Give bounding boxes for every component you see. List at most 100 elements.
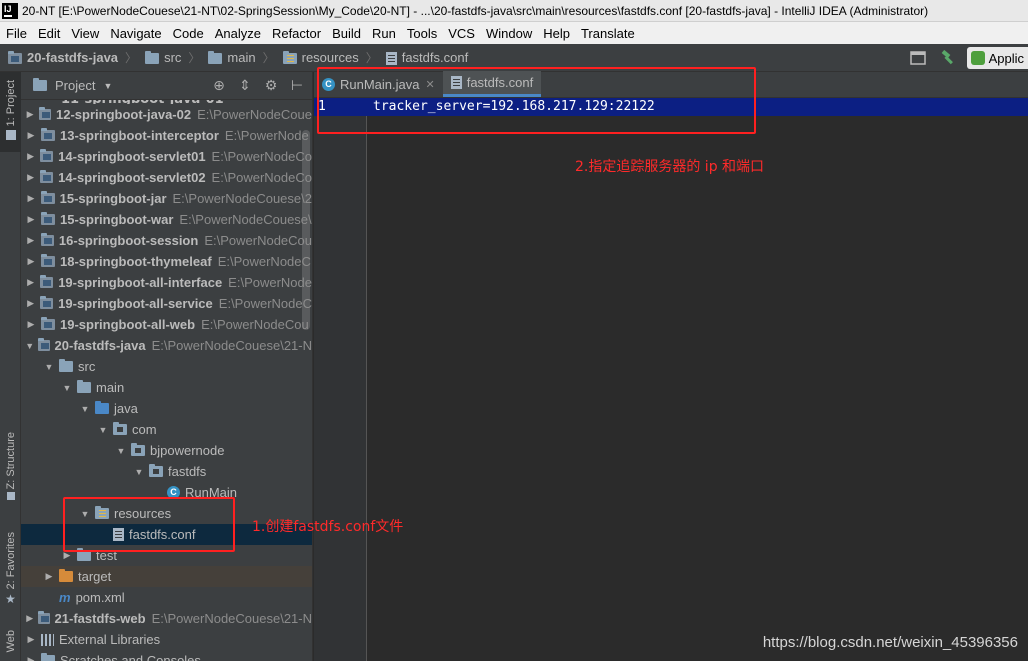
- package-icon: [113, 422, 127, 435]
- tree-item[interactable]: m pom.xml: [21, 587, 312, 608]
- menu-tools[interactable]: Tools: [401, 26, 442, 41]
- tree-item[interactable]: ▼ 20-fastdfs-java E:\PowerNodeCouese\21-N: [21, 335, 312, 356]
- tree-item[interactable]: ▶ 19-springboot-all-interface E:\PowerNode: [21, 272, 312, 293]
- tree-item[interactable]: ▶ 19-springboot-all-web E:\PowerNodeCou: [21, 314, 312, 335]
- tree-item-path: E:\PowerNodeCouese\: [179, 212, 312, 227]
- menu-navigate[interactable]: Navigate: [104, 26, 166, 41]
- web-tool-tab[interactable]: Web: [0, 630, 21, 661]
- expanded-arrow-icon[interactable]: ▼: [133, 467, 145, 477]
- breadcrumb-src[interactable]: src 〉: [145, 49, 200, 66]
- gear-icon[interactable]: ⚙: [262, 77, 280, 95]
- tree-item[interactable]: ▶ 16-springboot-session E:\PowerNodeCou: [21, 230, 312, 251]
- project-panel: Project ▼ ⊕ ⇕ ⚙ ⊢ 11-springboot-java-01 …: [21, 72, 312, 661]
- project-tool-icon: [5, 130, 16, 141]
- tree-item-label: 13-springboot-interceptor: [60, 128, 219, 143]
- tree-item[interactable]: ▶ 15-springboot-jar E:\PowerNodeCouese\2: [21, 188, 312, 209]
- locate-file-icon[interactable]: ⊕: [210, 77, 228, 95]
- annotation-note-1: 1.创建fastdfs.conf文件: [252, 519, 404, 535]
- build-button[interactable]: [937, 47, 959, 69]
- folder-icon: [77, 380, 91, 393]
- tree-item-path: E:\PowerNodeCouese\21-N: [151, 338, 312, 353]
- collapsed-arrow-icon[interactable]: ▶: [25, 130, 37, 141]
- tree-item[interactable]: ▼ bjpowernode: [21, 440, 312, 461]
- tree-item-label: 12-springboot-java-02: [56, 107, 192, 122]
- project-tree: 11-springboot-java-01 ▶12-springboot-jav…: [21, 100, 312, 661]
- module-folder-icon: [41, 128, 55, 141]
- menu-run[interactable]: Run: [366, 26, 401, 41]
- menu-help[interactable]: Help: [537, 26, 575, 41]
- tree-item[interactable]: ▼ fastdfs: [21, 461, 312, 482]
- tree-item[interactable]: ▶ 18-springboot-thymeleaf E:\PowerNodeC: [21, 251, 312, 272]
- project-tool-tab[interactable]: 1: Project: [0, 72, 21, 152]
- tree-item-label: 18-springboot-thymeleaf: [60, 254, 212, 269]
- collapsed-arrow-icon[interactable]: ▶: [25, 151, 36, 162]
- menu-refactor[interactable]: Refactor: [266, 26, 326, 41]
- menu-edit[interactable]: Edit: [32, 26, 65, 41]
- menu-file[interactable]: File: [0, 26, 32, 41]
- collapsed-arrow-icon[interactable]: ▶: [25, 193, 37, 204]
- collapsed-arrow-icon[interactable]: ▶: [25, 214, 37, 225]
- tree-item[interactable]: ▶ External Libraries: [21, 629, 312, 650]
- collapsed-arrow-icon[interactable]: ▶: [25, 172, 36, 183]
- collapsed-arrow-icon[interactable]: ▶: [25, 298, 36, 309]
- tree-item[interactable]: ▶ 13-springboot-interceptor E:\PowerNode: [21, 125, 312, 146]
- menu-view[interactable]: View: [65, 26, 104, 41]
- collapsed-arrow-icon[interactable]: ▶: [25, 109, 35, 120]
- expanded-arrow-icon[interactable]: ▼: [115, 446, 127, 456]
- expanded-arrow-icon[interactable]: ▼: [79, 404, 91, 414]
- menu-translate[interactable]: Translate: [575, 26, 640, 41]
- tree-item[interactable]: ▶ 14-springboot-servlet01 E:\PowerNodeCo: [21, 146, 312, 167]
- menu-vcs[interactable]: VCS: [442, 26, 480, 41]
- collapse-all-icon[interactable]: ⇕: [236, 77, 254, 95]
- project-view-selector[interactable]: Project ▼: [33, 78, 112, 93]
- project-structure-button[interactable]: [907, 47, 929, 69]
- tree-item-label: 20-fastdfs-java: [54, 338, 146, 353]
- watermark: https://blog.csdn.net/weixin_45396356: [762, 634, 1018, 651]
- breadcrumb-module[interactable]: 20-fastdfs-java 〉: [8, 49, 137, 66]
- tree-item-label: 19-springboot-all-service: [58, 296, 213, 311]
- tree-item[interactable]: ▶ 19-springboot-all-service E:\PowerNodeC: [21, 293, 312, 314]
- structure-tool-tab[interactable]: Z: Structure: [0, 432, 21, 517]
- annotation-note-2: 2.指定追踪服务器的 ip 和端口: [575, 159, 765, 175]
- tree-item-label: 21-fastdfs-web: [54, 611, 146, 626]
- collapsed-arrow-icon[interactable]: ▶: [25, 277, 36, 288]
- collapsed-arrow-icon[interactable]: ▶: [43, 571, 55, 582]
- tree-item[interactable]: ▶ Scratches and Consoles: [21, 650, 312, 661]
- collapsed-arrow-icon[interactable]: ▶: [25, 256, 37, 267]
- expanded-arrow-icon[interactable]: ▼: [25, 341, 34, 351]
- folder-icon: [41, 653, 55, 661]
- tree-item[interactable]: ▼ src: [21, 356, 312, 377]
- tree-item[interactable]: ▶ 12-springboot-java-02 E:\PowerNodeCoue: [21, 104, 312, 125]
- collapsed-arrow-icon[interactable]: ▶: [25, 613, 34, 624]
- collapsed-arrow-icon[interactable]: ▶: [25, 634, 37, 645]
- tree-item[interactable]: ▼ main: [21, 377, 312, 398]
- favorites-tool-tab[interactable]: 2: Favorites ★: [0, 532, 21, 617]
- tree-item[interactable]: ▼ java: [21, 398, 312, 419]
- line-gutter: [314, 98, 367, 661]
- tree-item[interactable]: ▶ 14-springboot-servlet02 E:\PowerNodeCo: [21, 167, 312, 188]
- expanded-arrow-icon[interactable]: ▼: [43, 362, 55, 372]
- menu-analyze[interactable]: Analyze: [209, 26, 266, 41]
- tree-item[interactable]: ▶ target: [21, 566, 312, 587]
- application-icon: [970, 51, 985, 65]
- menu-build[interactable]: Build: [326, 26, 366, 41]
- tree-item[interactable]: ▶ 21-fastdfs-web E:\PowerNodeCouese\21-N: [21, 608, 312, 629]
- package-icon: [131, 443, 145, 456]
- collapsed-arrow-icon[interactable]: ▶: [25, 319, 37, 330]
- tree-item[interactable]: ▼ com: [21, 419, 312, 440]
- project-folder-icon: [33, 78, 47, 91]
- expanded-arrow-icon[interactable]: ▼: [61, 383, 73, 393]
- hide-panel-icon[interactable]: ⊢: [288, 77, 306, 95]
- run-configuration-select[interactable]: Applic: [966, 47, 1028, 69]
- module-folder-icon: [40, 233, 54, 246]
- code-editor[interactable]: 1 tracker_server=192.168.217.129:22122: [314, 98, 1028, 661]
- tree-item[interactable]: ▶ 15-springboot-war E:\PowerNodeCouese\: [21, 209, 312, 230]
- breadcrumb-file[interactable]: fastdfs.conf: [385, 50, 468, 66]
- breadcrumb-resources[interactable]: resources 〉: [282, 49, 378, 66]
- expanded-arrow-icon[interactable]: ▼: [97, 425, 109, 435]
- menu-window[interactable]: Window: [480, 26, 537, 41]
- collapsed-arrow-icon[interactable]: ▶: [25, 235, 37, 246]
- collapsed-arrow-icon[interactable]: ▶: [25, 655, 37, 661]
- menu-code[interactable]: Code: [167, 26, 209, 41]
- breadcrumb-main[interactable]: main 〉: [208, 49, 275, 66]
